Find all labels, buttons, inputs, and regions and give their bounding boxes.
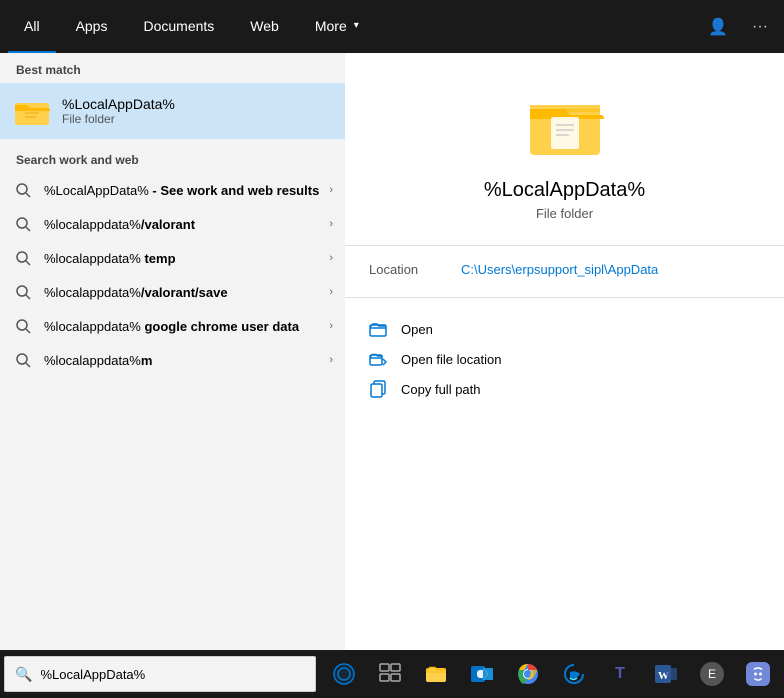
copy-full-path-action[interactable]: Copy full path [345, 374, 784, 404]
file-explorer-button[interactable] [414, 652, 458, 696]
search-icon [14, 215, 32, 233]
chevron-right-icon: › [329, 218, 333, 230]
tab-all[interactable]: All [8, 0, 56, 53]
cortana-button[interactable] [322, 652, 366, 696]
chevron-right-icon: › [329, 354, 333, 366]
divider-2 [345, 297, 784, 298]
open-file-location-action[interactable]: Open file location [345, 344, 784, 374]
profile-icon: E [700, 662, 724, 686]
nav-right-icons: 👤 ··· [700, 11, 776, 43]
list-item[interactable]: %localappdata%/valorant/save › [0, 275, 345, 309]
list-item[interactable]: %localappdata%m › [0, 343, 345, 377]
list-item[interactable]: %localappdata%/valorant › [0, 207, 345, 241]
task-view-button[interactable] [368, 652, 412, 696]
search-item-text: %localappdata% temp [44, 251, 331, 266]
taskbar: 🔍 [0, 650, 784, 698]
discord-button[interactable] [736, 652, 780, 696]
search-icon [14, 283, 32, 301]
list-item[interactable]: %localappdata% google chrome user data › [0, 309, 345, 343]
left-panel: Best match %LocalAppData% File folder [0, 53, 345, 650]
chrome-button[interactable] [506, 652, 550, 696]
folder-icon-small [14, 93, 50, 129]
ellipsis-icon: ··· [752, 18, 768, 35]
cortana-icon [332, 662, 356, 686]
location-link[interactable]: C:\Users\erpsupport_sipl\AppData [461, 262, 658, 277]
search-item-text: %LocalAppData% - See work and web result… [44, 183, 331, 198]
chevron-right-icon: › [329, 286, 333, 298]
list-item[interactable]: %LocalAppData% - See work and web result… [0, 173, 345, 207]
search-web-header: Search work and web [0, 141, 345, 173]
best-match-item[interactable]: %LocalAppData% File folder [0, 83, 345, 139]
best-match-subtitle: File folder [62, 112, 175, 126]
discord-icon [746, 662, 770, 686]
word-icon: W [654, 662, 678, 686]
profile-button[interactable]: E [690, 652, 734, 696]
top-navigation: All Apps Documents Web More ▾ 👤 ··· [0, 0, 784, 53]
divider [345, 245, 784, 246]
copy-full-path-label: Copy full path [401, 382, 481, 397]
tab-apps[interactable]: Apps [60, 0, 124, 53]
outlook-icon [470, 662, 494, 686]
best-match-text: %LocalAppData% File folder [62, 96, 175, 126]
folder-open-icon [369, 320, 387, 338]
more-options-button[interactable]: ··· [744, 12, 776, 42]
search-item-text: %localappdata%m [44, 353, 331, 368]
folder-large-icon [525, 83, 605, 163]
chevron-right-icon: › [329, 252, 333, 264]
main-area: Best match %LocalAppData% File folder [0, 53, 784, 650]
tab-documents[interactable]: Documents [127, 0, 230, 53]
outlook-button[interactable] [460, 652, 504, 696]
best-match-header: Best match [0, 53, 345, 83]
open-label: Open [401, 322, 433, 337]
teams-button[interactable]: T [598, 652, 642, 696]
folder-location-icon [369, 350, 387, 368]
teams-icon: T [608, 662, 632, 686]
edge-icon [562, 662, 586, 686]
copy-icon [369, 380, 387, 398]
taskbar-search-box[interactable]: 🔍 [4, 656, 316, 692]
file-explorer-icon [424, 662, 448, 686]
edge-button[interactable] [552, 652, 596, 696]
search-item-text: %localappdata%/valorant [44, 217, 331, 232]
open-file-location-label: Open file location [401, 352, 501, 367]
chevron-down-icon: ▾ [354, 20, 359, 31]
search-icon [14, 249, 32, 267]
result-title: %LocalAppData% [484, 179, 645, 202]
location-label: Location [369, 262, 449, 277]
chevron-right-icon: › [329, 320, 333, 332]
tab-more[interactable]: More ▾ [299, 0, 375, 53]
list-item[interactable]: %localappdata% temp › [0, 241, 345, 275]
best-match-title: %LocalAppData% [62, 96, 175, 112]
task-view-icon [378, 662, 402, 686]
location-row: Location C:\Users\erpsupport_sipl\AppDat… [345, 262, 784, 277]
search-item-text: %localappdata%/valorant/save [44, 285, 331, 300]
person-icon: 👤 [708, 19, 728, 36]
taskbar-icons: T W E [322, 652, 780, 696]
search-icon [14, 351, 32, 369]
result-subtitle: File folder [536, 206, 593, 221]
taskbar-search-input[interactable] [40, 667, 305, 682]
word-button[interactable]: W [644, 652, 688, 696]
search-icon [14, 181, 32, 199]
person-icon-button[interactable]: 👤 [700, 11, 736, 43]
search-icon [14, 317, 32, 335]
search-item-text: %localappdata% google chrome user data [44, 319, 331, 334]
tab-web[interactable]: Web [234, 0, 295, 53]
open-action[interactable]: Open [345, 314, 784, 344]
chrome-icon [516, 662, 540, 686]
chevron-right-icon: › [329, 184, 333, 196]
right-panel: %LocalAppData% File folder Location C:\U… [345, 53, 784, 650]
